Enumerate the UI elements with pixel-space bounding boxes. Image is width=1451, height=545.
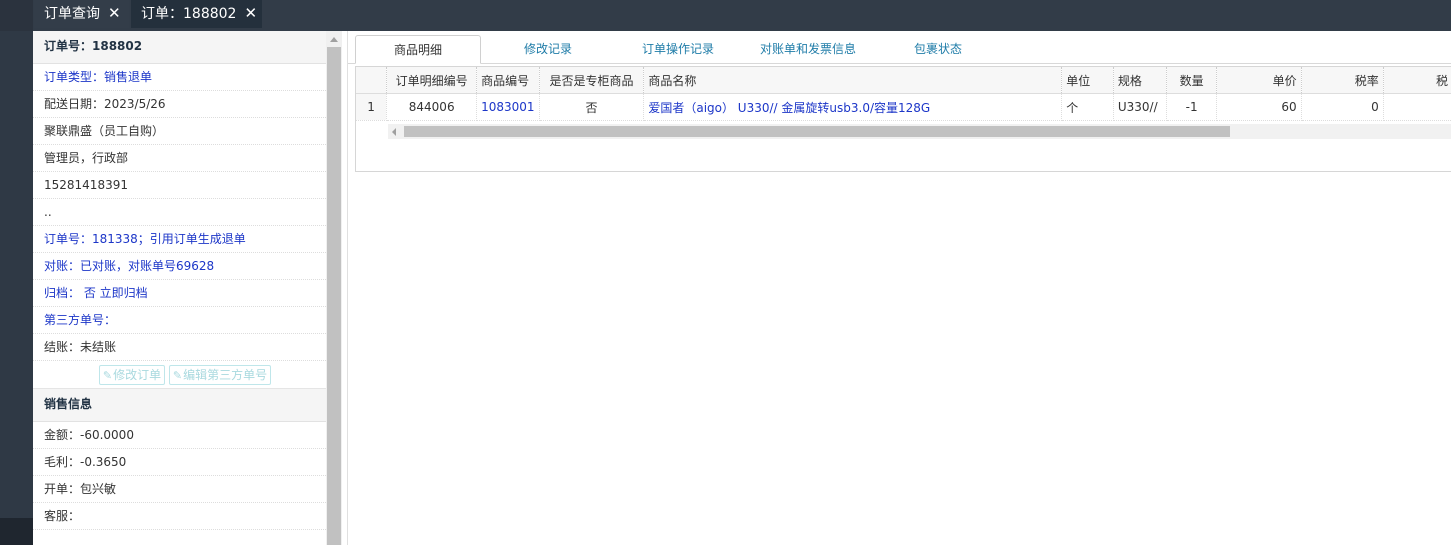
cell-is-counter: 否 xyxy=(539,93,645,121)
order-action-buttons: ✎修改订单 ✎编辑第三方单号 xyxy=(33,361,326,389)
tab-product-detail[interactable]: 商品明细 xyxy=(355,35,481,64)
order-content-panel: 商品明细 修改记录 订单操作记录 对账单和发票信息 包裹状态 订单明细编号 商品… xyxy=(347,31,1451,545)
sales-gross-profit: 毛利：-0.3650 xyxy=(33,449,326,476)
third-party-number: 第三方单号： xyxy=(33,307,326,334)
col-unit[interactable]: 单位 xyxy=(1061,67,1114,94)
table-row[interactable]: 1 844006 1083001 否 爱国者（aigo） U330// 金属旋转… xyxy=(356,93,1451,121)
product-table: 订单明细编号 商品编号 是否是专柜商品 商品名称 单位 规格 数量 单价 税率 … xyxy=(356,67,1451,121)
sales-amount: 金额：-60.0000 xyxy=(33,422,326,449)
cell-product-id-link[interactable]: 1083001 xyxy=(476,93,540,121)
sidebar-bottom-block xyxy=(0,518,33,545)
product-grid: 订单明细编号 商品编号 是否是专柜商品 商品名称 单位 规格 数量 单价 税率 … xyxy=(355,66,1451,172)
tab-operation-log[interactable]: 订单操作记录 xyxy=(616,35,740,63)
contact-dept: 管理员，行政部 xyxy=(33,145,326,172)
order-type[interactable]: 订单类型：销售退单 xyxy=(33,64,326,91)
settlement-status: 结账：未结账 xyxy=(33,334,326,361)
scrollbar-thumb[interactable] xyxy=(327,47,341,545)
close-icon[interactable]: ✕ xyxy=(244,0,257,26)
cell-tax xyxy=(1383,93,1451,121)
sales-customer-service: 客服： xyxy=(33,503,326,530)
contact-phone: 15281418391 xyxy=(33,172,326,199)
tab-reconciliation-invoice[interactable]: 对账单和发票信息 xyxy=(746,35,870,63)
customer-name: 聚联鼎盛（员工自购） xyxy=(33,118,326,145)
edit-order-label: 修改订单 xyxy=(113,367,162,382)
table-header-row: 订单明细编号 商品编号 是否是专柜商品 商品名称 单位 规格 数量 单价 税率 … xyxy=(356,67,1451,94)
cell-unit: 个 xyxy=(1061,93,1114,121)
delivery-date: 配送日期：2023/5/26 xyxy=(33,91,326,118)
col-tax[interactable]: 税 xyxy=(1383,67,1451,94)
edit-icon: ✎ xyxy=(102,368,113,382)
col-price[interactable]: 单价 xyxy=(1216,67,1302,94)
tab-order-detail[interactable]: 订单：188802 ✕ xyxy=(131,0,262,28)
scroll-left-icon[interactable] xyxy=(392,128,396,136)
edit-third-party-label: 编辑第三方单号 xyxy=(183,367,268,382)
edit-icon: ✎ xyxy=(172,368,183,382)
col-is-counter[interactable]: 是否是专柜商品 xyxy=(539,67,645,94)
grid-scrollbar-thumb[interactable] xyxy=(404,126,1230,137)
tab-order-detail-label: 订单：188802 xyxy=(141,6,237,22)
archive-status[interactable]: 归档： 否 立即归档 xyxy=(33,280,326,307)
scroll-up-icon[interactable] xyxy=(330,37,338,42)
col-product-name[interactable]: 商品名称 xyxy=(643,67,1063,94)
ref-order-link[interactable]: 订单号：181338；引用订单生成退单 xyxy=(33,226,326,253)
close-icon[interactable]: ✕ xyxy=(108,0,121,26)
cell-price: 60 xyxy=(1216,93,1302,121)
cell-product-name-link[interactable]: 爱国者（aigo） U330// 金属旋转usb3.0/容量128G xyxy=(643,93,1063,121)
col-qty[interactable]: 数量 xyxy=(1166,67,1218,94)
tab-order-query[interactable]: 订单查询 ✕ xyxy=(34,0,129,28)
col-product-id[interactable]: 商品编号 xyxy=(476,67,540,94)
tab-package-status[interactable]: 包裹状态 xyxy=(883,35,993,63)
sales-info-header: 销售信息 xyxy=(33,389,326,422)
grid-horizontal-scrollbar[interactable] xyxy=(388,124,1451,139)
cell-tax-rate: 0 xyxy=(1301,93,1384,121)
order-number-header: 订单号：188802 xyxy=(33,31,326,64)
top-tab-bar: 订单查询 ✕ 订单：188802 ✕ xyxy=(0,0,1451,31)
tab-modify-log[interactable]: 修改记录 xyxy=(491,35,605,63)
sidebar-strip xyxy=(0,31,33,545)
col-spec[interactable]: 规格 xyxy=(1113,67,1167,94)
tab-order-query-label: 订单查询 xyxy=(44,6,100,22)
col-tax-rate[interactable]: 税率 xyxy=(1301,67,1384,94)
edit-third-party-button[interactable]: ✎编辑第三方单号 xyxy=(168,364,272,385)
top-left-strip xyxy=(0,0,33,31)
col-rownum xyxy=(356,67,388,94)
cell-detail-id: 844006 xyxy=(386,93,478,121)
edit-order-button[interactable]: ✎修改订单 xyxy=(98,364,166,385)
sales-issuer: 开单：包兴敏 xyxy=(33,476,326,503)
cell-spec: U330// xyxy=(1113,93,1167,121)
order-info-panel: 订单号：188802 订单类型：销售退单 配送日期：2023/5/26 聚联鼎盛… xyxy=(33,31,327,545)
content-tabs: 商品明细 修改记录 订单操作记录 对账单和发票信息 包裹状态 xyxy=(348,31,1451,64)
row-number: 1 xyxy=(356,93,388,121)
cell-qty: -1 xyxy=(1166,93,1218,121)
col-detail-id[interactable]: 订单明细编号 xyxy=(386,67,478,94)
left-panel-scrollbar[interactable] xyxy=(326,31,342,545)
reconciliation-link[interactable]: 对账：已对账，对账单号69628 xyxy=(33,253,326,280)
address: .. xyxy=(33,199,326,226)
